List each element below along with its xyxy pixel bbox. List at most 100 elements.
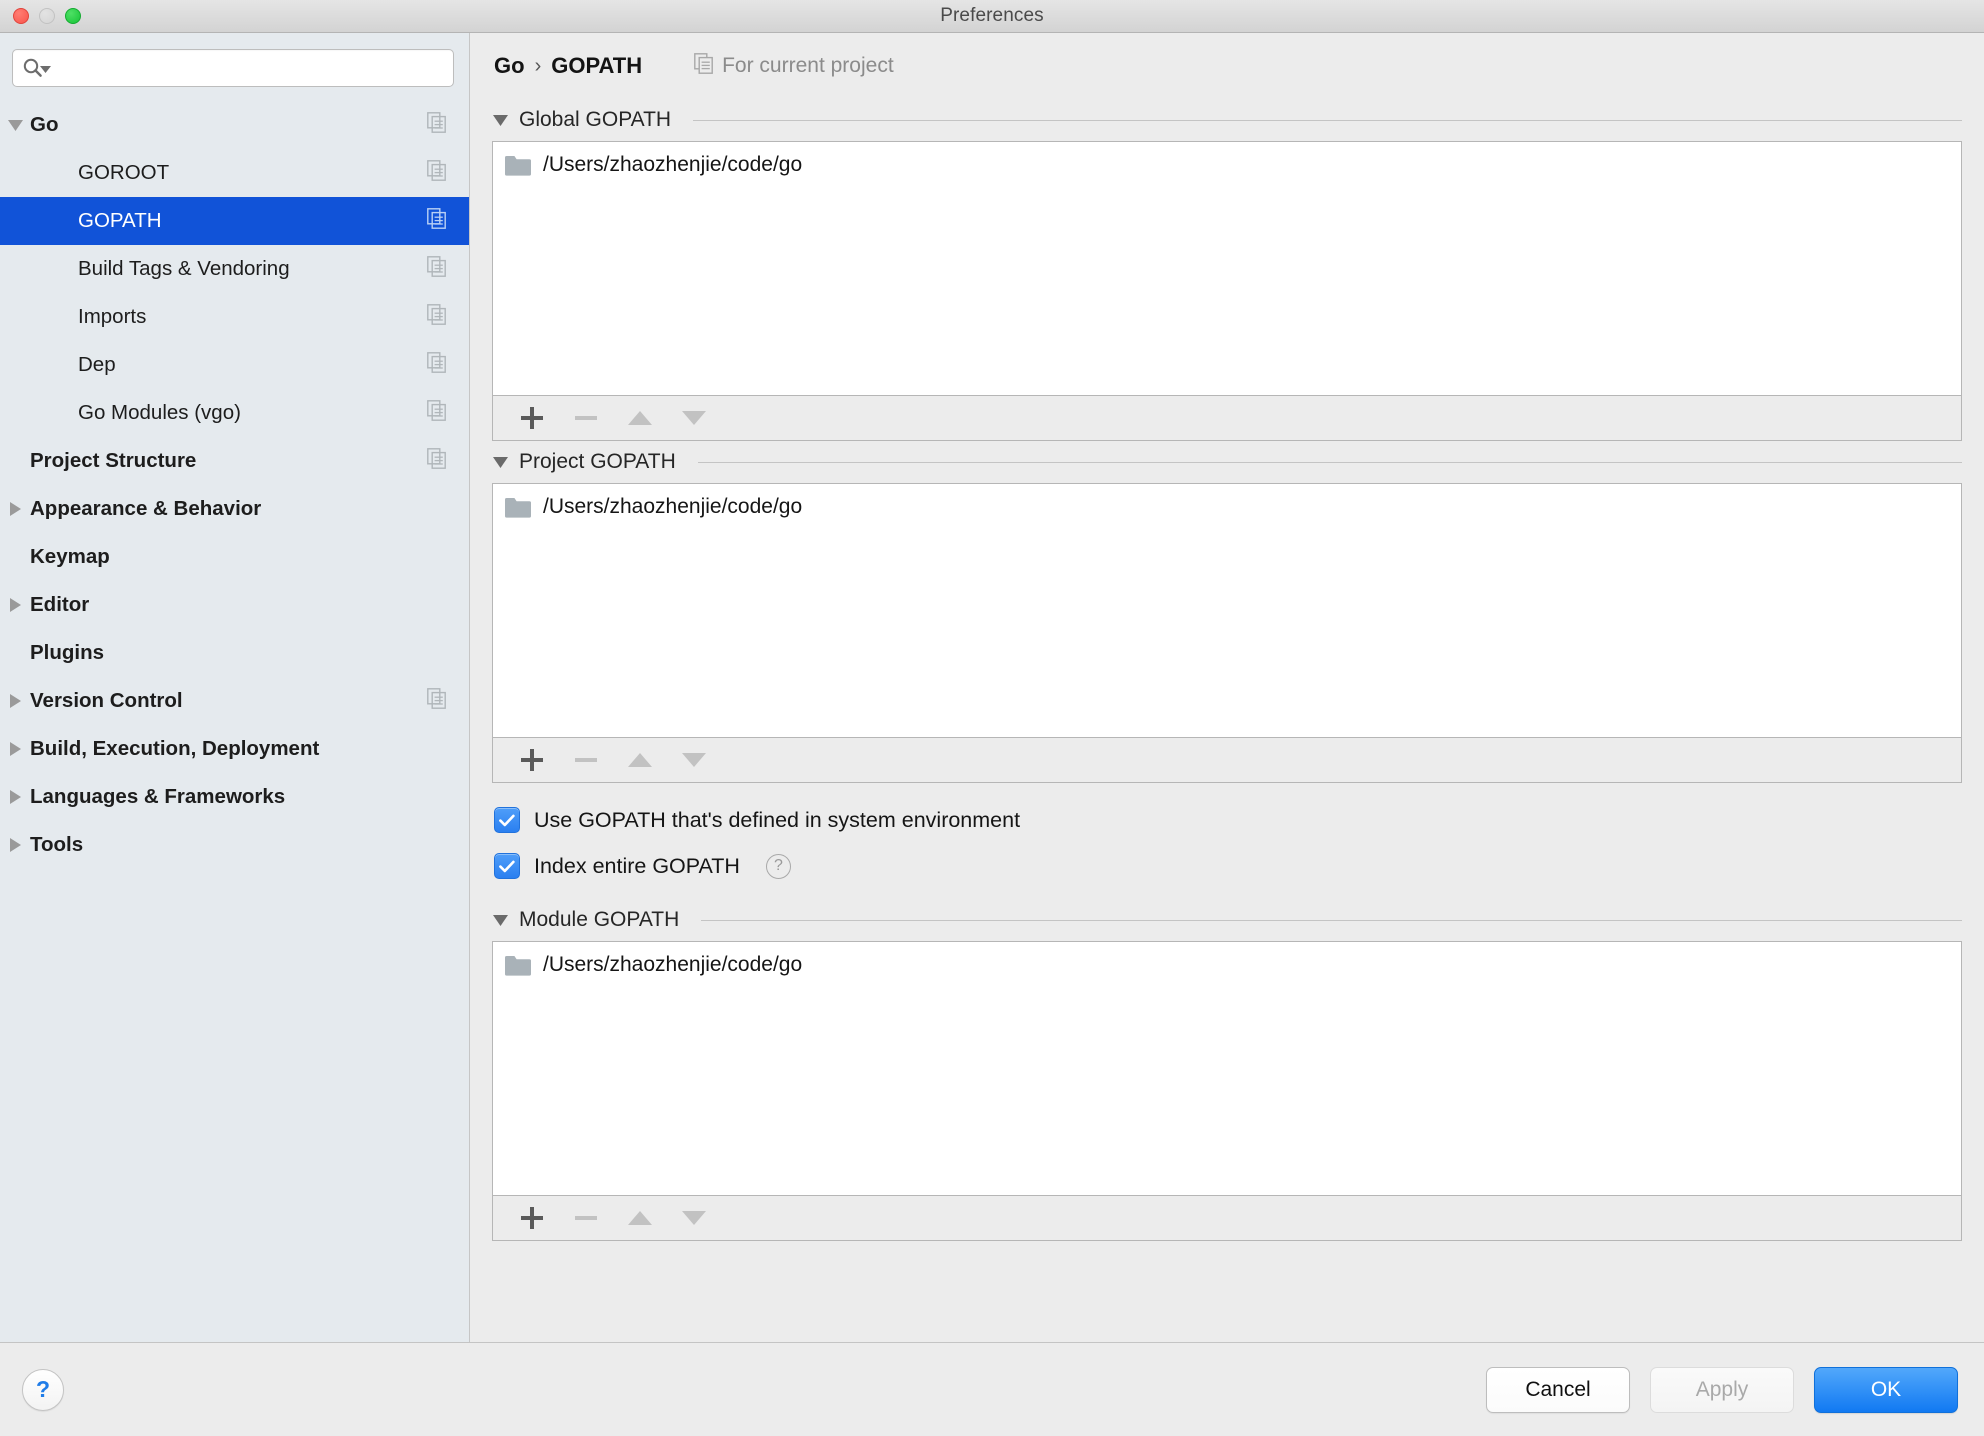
section-header[interactable]: Module GOPATH xyxy=(492,899,1962,941)
chevron-right-icon[interactable] xyxy=(0,837,30,853)
zoom-button[interactable] xyxy=(65,8,81,24)
checkbox-row[interactable]: Index entire GOPATH? xyxy=(494,843,1962,889)
breadcrumb: Go › GOPATH For current project xyxy=(492,33,1962,99)
section-divider xyxy=(701,919,1962,921)
copy-icon[interactable] xyxy=(427,208,447,234)
chevron-right-icon[interactable] xyxy=(0,789,30,805)
sidebar-item-label: Plugins xyxy=(30,641,105,664)
sidebar-item-label: Project Structure xyxy=(30,449,197,472)
sidebar-item-goroot[interactable]: GOROOT xyxy=(0,149,469,197)
add-button[interactable] xyxy=(505,738,559,782)
chevron-down-icon[interactable] xyxy=(492,914,509,927)
add-button[interactable] xyxy=(505,1196,559,1240)
remove-button xyxy=(559,396,613,440)
section-module-gopath: Module GOPATH/Users/zhaozhenjie/code/go xyxy=(492,899,1962,1241)
close-button[interactable] xyxy=(13,8,29,24)
path-label: /Users/zhaozhenjie/code/go xyxy=(543,953,803,976)
sidebar-item-imports[interactable]: Imports xyxy=(0,293,469,341)
settings-detail-panel: Go › GOPATH For current project Global G… xyxy=(470,33,1984,1342)
sidebar-item-go[interactable]: Go xyxy=(0,101,469,149)
section-divider xyxy=(697,461,1962,463)
settings-tree: Go GOROOT GOPATH Build Tags & Vendoring Impo… xyxy=(0,101,469,1342)
checkbox-label: Index entire GOPATH xyxy=(534,853,740,878)
section-global-gopath: Global GOPATH/Users/zhaozhenjie/code/go xyxy=(492,99,1962,441)
sidebar-item-editor[interactable]: Editor xyxy=(0,581,469,629)
sidebar-item-label: Appearance & Behavior xyxy=(30,497,262,520)
checkbox-row[interactable]: Use GOPATH that's defined in system envi… xyxy=(494,797,1962,843)
sidebar-item-keymap[interactable]: Keymap xyxy=(0,533,469,581)
chevron-right-icon[interactable] xyxy=(0,693,30,709)
window-body: Go GOROOT GOPATH Build Tags & Vendoring Impo… xyxy=(0,33,1984,1342)
dialog-footer: ? Cancel Apply OK xyxy=(0,1342,1984,1436)
sidebar-item-label: Go Modules (vgo) xyxy=(78,401,241,424)
list-toolbar xyxy=(492,737,1962,783)
title-bar: Preferences xyxy=(0,0,1984,33)
help-button[interactable]: ? xyxy=(22,1368,64,1411)
sidebar-item-gopath[interactable]: GOPATH xyxy=(0,197,469,245)
sidebar-item-dep[interactable]: Dep xyxy=(0,341,469,389)
folder-icon xyxy=(505,955,531,976)
copy-icon[interactable] xyxy=(427,688,447,714)
chevron-down-icon[interactable] xyxy=(492,456,509,469)
move-up-button xyxy=(613,1196,667,1240)
help-icon[interactable]: ? xyxy=(765,853,791,879)
search-box[interactable] xyxy=(12,49,454,87)
gopath-sections: Global GOPATH/Users/zhaozhenjie/code/go P… xyxy=(492,99,1962,783)
sidebar-item-plugins[interactable]: Plugins xyxy=(0,629,469,677)
sidebar-item-build-tags-vendoring[interactable]: Build Tags & Vendoring xyxy=(0,245,469,293)
section-header[interactable]: Global GOPATH xyxy=(492,99,1962,141)
gopath-sections-lower: Module GOPATH/Users/zhaozhenjie/code/go xyxy=(492,899,1962,1241)
sidebar-item-tools[interactable]: Tools xyxy=(0,821,469,869)
section-header[interactable]: Project GOPATH xyxy=(492,441,1962,483)
path-list[interactable]: /Users/zhaozhenjie/code/go xyxy=(492,941,1962,1195)
copy-icon[interactable] xyxy=(427,400,447,426)
cancel-button[interactable]: Cancel xyxy=(1486,1366,1630,1413)
preferences-window: Preferences Go GOROOT GOPATH Build Tags … xyxy=(0,0,1984,1436)
list-item[interactable]: /Users/zhaozhenjie/code/go xyxy=(493,142,1961,188)
copy-icon[interactable] xyxy=(427,304,447,330)
sidebar-item-go-modules-vgo[interactable]: Go Modules (vgo) xyxy=(0,389,469,437)
sidebar-item-build-execution-deployment[interactable]: Build, Execution, Deployment xyxy=(0,725,469,773)
sidebar-item-project-structure[interactable]: Project Structure xyxy=(0,437,469,485)
checkbox-use-system-gopath[interactable] xyxy=(494,807,520,833)
sidebar-item-languages-frameworks[interactable]: Languages & Frameworks xyxy=(0,773,469,821)
copy-icon[interactable] xyxy=(427,112,447,138)
copy-icon[interactable] xyxy=(427,448,447,474)
copy-icon[interactable] xyxy=(427,352,447,378)
apply-button[interactable]: Apply xyxy=(1650,1366,1794,1413)
remove-button xyxy=(559,738,613,782)
sidebar-item-label: Keymap xyxy=(30,545,110,568)
list-toolbar xyxy=(492,1195,1962,1241)
sidebar-item-label: Go xyxy=(30,113,59,136)
copy-icon[interactable] xyxy=(427,160,447,186)
sidebar-item-label: Build Tags & Vendoring xyxy=(78,257,290,280)
chevron-down-icon[interactable] xyxy=(40,61,51,79)
minimize-button[interactable] xyxy=(39,8,55,24)
chevron-right-icon[interactable] xyxy=(0,501,30,517)
chevron-down-icon[interactable] xyxy=(492,114,509,127)
path-label: /Users/zhaozhenjie/code/go xyxy=(543,153,803,176)
chevron-down-icon[interactable] xyxy=(0,119,30,132)
sidebar-item-appearance-behavior[interactable]: Appearance & Behavior xyxy=(0,485,469,533)
move-down-button xyxy=(667,396,721,440)
path-list[interactable]: /Users/zhaozhenjie/code/go xyxy=(492,141,1962,395)
sidebar-item-label: Version Control xyxy=(30,689,183,712)
path-label: /Users/zhaozhenjie/code/go xyxy=(543,495,803,518)
sidebar-item-label: Dep xyxy=(78,353,116,376)
move-up-button xyxy=(613,738,667,782)
list-item[interactable]: /Users/zhaozhenjie/code/go xyxy=(493,942,1961,988)
scope-indicator: For current project xyxy=(694,52,894,80)
folder-icon xyxy=(505,497,531,518)
ok-button[interactable]: OK xyxy=(1814,1366,1958,1413)
search-input[interactable] xyxy=(57,58,444,78)
list-item[interactable]: /Users/zhaozhenjie/code/go xyxy=(493,484,1961,530)
chevron-right-icon[interactable] xyxy=(0,741,30,757)
checkbox-index-entire-gopath[interactable] xyxy=(494,853,520,879)
copy-icon[interactable] xyxy=(427,256,447,282)
chevron-right-icon[interactable] xyxy=(0,597,30,613)
path-list[interactable]: /Users/zhaozhenjie/code/go xyxy=(492,483,1962,737)
breadcrumb-root[interactable]: Go xyxy=(494,53,525,79)
add-button[interactable] xyxy=(505,396,559,440)
sidebar-item-version-control[interactable]: Version Control xyxy=(0,677,469,725)
scope-label: For current project xyxy=(722,54,894,77)
